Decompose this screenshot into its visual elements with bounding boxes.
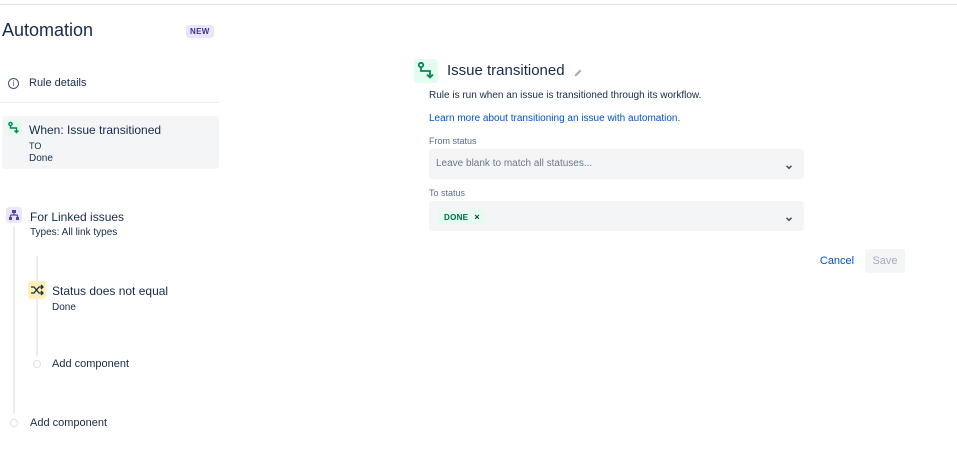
new-badge: NEW — [186, 25, 214, 38]
rule-details-item[interactable]: i Rule details — [8, 77, 86, 89]
trigger-to-value: Done — [29, 153, 53, 164]
add-component-dot — [10, 419, 18, 427]
sidebar-divider — [0, 102, 219, 103]
branch-flow-line — [36, 256, 38, 356]
from-status-label: From status — [429, 136, 477, 146]
from-status-select[interactable]: Leave blank to match all statuses... — [429, 149, 804, 179]
add-component-inner-link[interactable]: Add component — [52, 358, 129, 370]
flow-line — [13, 226, 15, 414]
add-component-dot — [33, 360, 41, 368]
info-icon: i — [8, 77, 19, 89]
shuffle-icon — [28, 281, 46, 299]
to-status-select[interactable]: DONE × — [429, 201, 804, 231]
chevron-down-icon — [784, 159, 794, 170]
save-button[interactable]: Save — [865, 249, 905, 273]
branch-subtitle: Types: All link types — [30, 227, 118, 238]
rule-details-label: Rule details — [29, 77, 87, 89]
status-lozenge-done: DONE × — [438, 210, 485, 224]
to-status-label: To status — [429, 188, 466, 198]
page-title: Automation — [2, 20, 94, 40]
trigger-title: When: Issue transitioned — [29, 123, 162, 137]
transition-icon — [6, 120, 22, 136]
chevron-down-icon — [784, 211, 794, 222]
branch-title[interactable]: For Linked issues — [30, 210, 124, 224]
trigger-card[interactable]: When: Issue transitioned TO Done — [2, 116, 219, 169]
status-lozenge-label: DONE — [444, 212, 469, 222]
learn-more-link[interactable]: Learn more about transitioning an issue … — [429, 113, 680, 124]
cancel-button[interactable]: Cancel — [813, 249, 861, 273]
add-component-outer-link[interactable]: Add component — [30, 417, 107, 429]
from-status-placeholder: Leave blank to match all statuses... — [436, 158, 593, 169]
remove-icon[interactable]: × — [474, 212, 479, 222]
detail-description: Rule is run when an issue is transitione… — [429, 90, 702, 101]
detail-title: Issue transitioned — [447, 62, 565, 79]
transition-icon — [414, 59, 438, 83]
top-divider — [0, 4, 957, 5]
condition-title[interactable]: Status does not equal — [52, 284, 168, 298]
edit-pencil-icon[interactable] — [573, 65, 583, 77]
branch-icon — [6, 207, 22, 223]
trigger-to-label: TO — [29, 141, 42, 151]
condition-subtitle: Done — [52, 302, 76, 313]
